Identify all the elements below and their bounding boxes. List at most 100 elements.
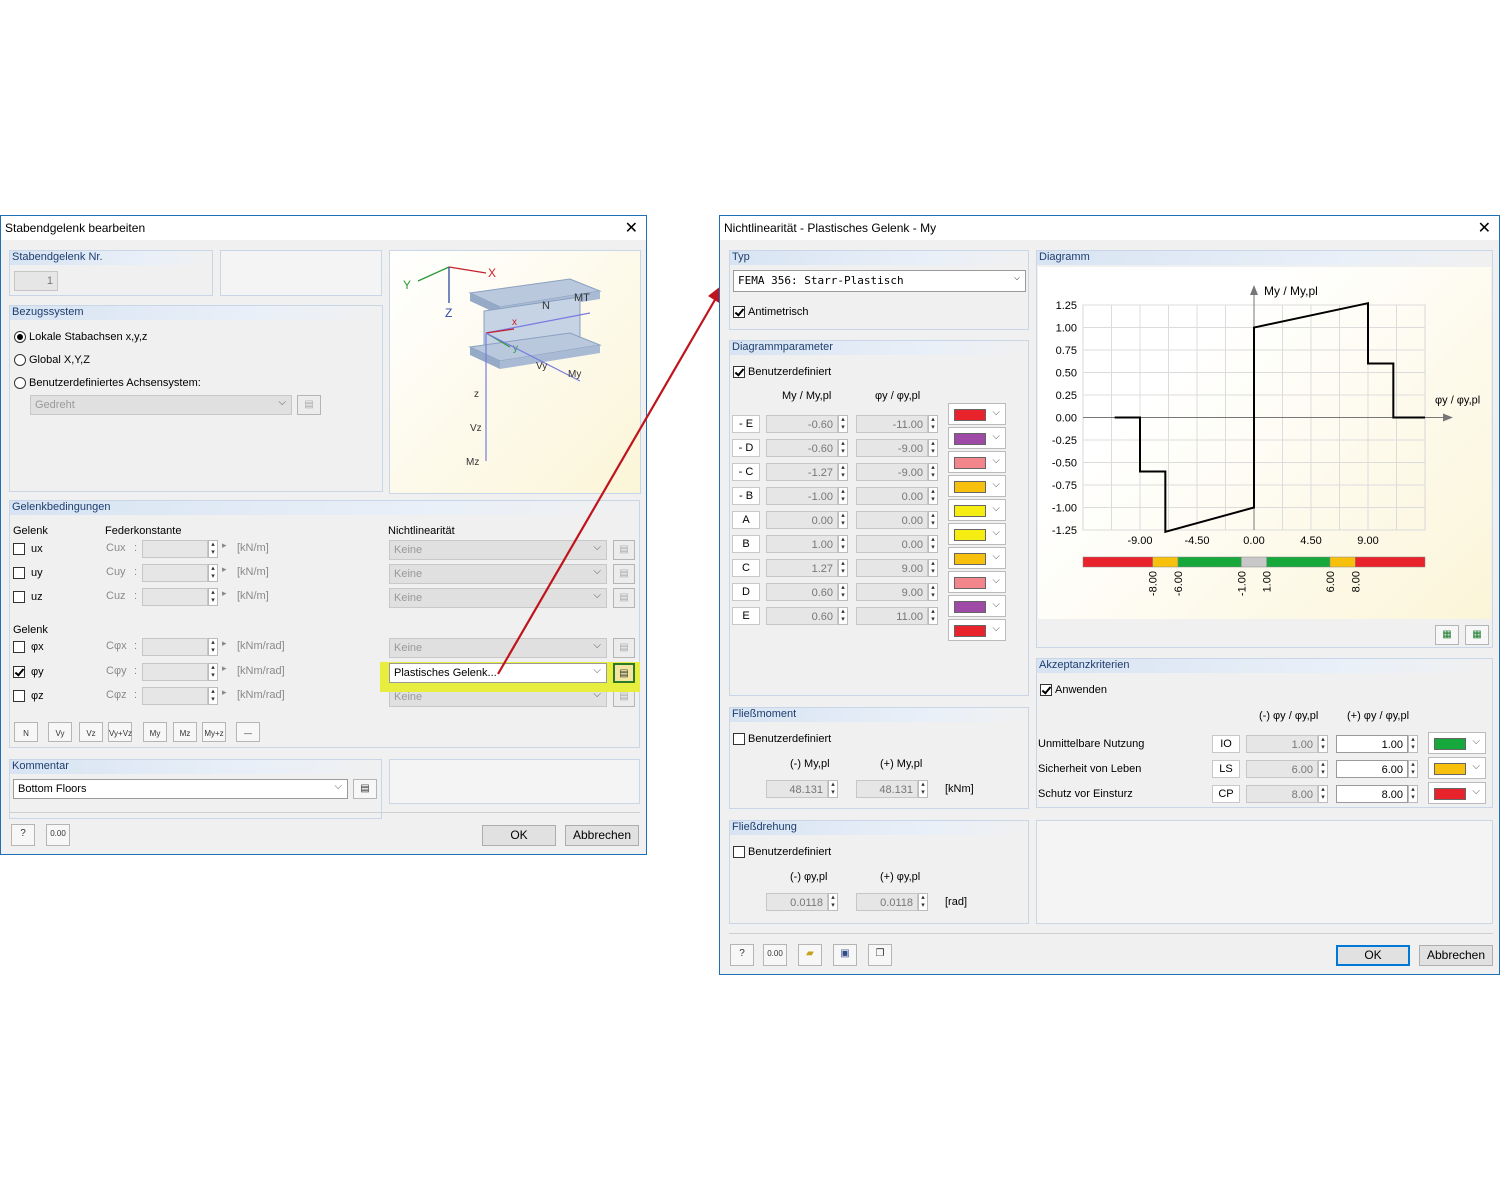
param-m-field[interactable]: 1.00: [766, 535, 838, 553]
spring-constant-field[interactable]: [142, 638, 208, 656]
param-m-field[interactable]: -0.60: [766, 415, 838, 433]
copy-button[interactable]: ❐: [868, 944, 892, 966]
export-excel-button[interactable]: ▦: [1435, 625, 1459, 645]
param-phi-spinner[interactable]: ▴ ▾: [928, 583, 938, 601]
param-phi-spinner[interactable]: ▴ ▾: [928, 463, 938, 481]
right-cancel-button[interactable]: Abbrechen: [1419, 945, 1493, 966]
yield-rotation-pos-field[interactable]: 0.0118: [856, 893, 918, 911]
close-icon[interactable]: ✕: [625, 218, 638, 238]
param-m-spinner[interactable]: ▴ ▾: [838, 535, 848, 553]
acceptance-neg-field[interactable]: 8.00: [1246, 785, 1318, 803]
spring-constant-spinner[interactable]: ▴ ▾: [208, 687, 218, 705]
hinge-checkbox[interactable]: [13, 567, 25, 579]
param-color-dropdown[interactable]: ⌵: [948, 595, 1006, 617]
param-m-spinner[interactable]: ▴ ▾: [838, 511, 848, 529]
param-m-field[interactable]: -1.00: [766, 487, 838, 505]
param-m-spinner[interactable]: ▴ ▾: [838, 439, 848, 457]
param-phi-spinner[interactable]: ▴ ▾: [928, 559, 938, 577]
param-phi-field[interactable]: 0.00: [856, 487, 928, 505]
hinge-checkbox[interactable]: [13, 543, 25, 555]
edit-axis-system-button[interactable]: ▤: [297, 395, 321, 415]
param-color-dropdown[interactable]: ⌵: [948, 427, 1006, 449]
param-phi-spinner[interactable]: ▴ ▾: [928, 415, 938, 433]
param-color-dropdown[interactable]: ⌵: [948, 571, 1006, 593]
yield-rotation-neg-spinner[interactable]: ▴ ▾: [828, 893, 838, 911]
spring-constant-spinner[interactable]: ▴ ▾: [208, 588, 218, 606]
param-phi-field[interactable]: -9.00: [856, 463, 928, 481]
save-button[interactable]: ▣: [833, 944, 857, 966]
param-phi-spinner[interactable]: ▴ ▾: [928, 439, 938, 457]
close-icon[interactable]: ✕: [1478, 218, 1491, 238]
spring-constant-field[interactable]: [142, 540, 208, 558]
release-preset-button[interactable]: My: [143, 722, 167, 742]
acceptance-pos-spinner[interactable]: ▴ ▾: [1408, 760, 1418, 778]
spring-constant-field[interactable]: [142, 687, 208, 705]
acceptance-pos-field[interactable]: 6.00: [1336, 760, 1408, 778]
hinge-checkbox[interactable]: [13, 690, 25, 702]
param-phi-field[interactable]: 0.00: [856, 511, 928, 529]
comment-edit-button[interactable]: ▤: [353, 779, 377, 799]
acceptance-pos-field[interactable]: 8.00: [1336, 785, 1408, 803]
radio-local-axes[interactable]: [14, 331, 26, 343]
release-preset-button[interactable]: N: [14, 722, 38, 742]
param-color-dropdown[interactable]: ⌵: [948, 499, 1006, 521]
yield-moment-pos-spinner[interactable]: ▴ ▾: [918, 780, 928, 798]
param-phi-spinner[interactable]: ▴ ▾: [928, 607, 938, 625]
release-preset-button[interactable]: —: [236, 722, 260, 742]
hinge-checkbox[interactable]: [13, 641, 25, 653]
calculator-button[interactable]: 0.00: [763, 944, 787, 966]
yield-moment-pos-field[interactable]: 48.131: [856, 780, 918, 798]
param-m-spinner[interactable]: ▴ ▾: [838, 463, 848, 481]
yield-moment-neg-spinner[interactable]: ▴ ▾: [828, 780, 838, 798]
param-m-field[interactable]: -0.60: [766, 439, 838, 457]
param-phi-field[interactable]: 11.00: [856, 607, 928, 625]
param-m-spinner[interactable]: ▴ ▾: [838, 583, 848, 601]
param-m-spinner[interactable]: ▴ ▾: [838, 607, 848, 625]
acceptance-color-dropdown[interactable]: ⌵: [1428, 782, 1486, 804]
acceptance-neg-spinner[interactable]: ▴ ▾: [1318, 760, 1328, 778]
acceptance-neg-field[interactable]: 1.00: [1246, 735, 1318, 753]
spring-constant-field[interactable]: [142, 663, 208, 681]
acceptance-pos-spinner[interactable]: ▴ ▾: [1408, 785, 1418, 803]
typ-dropdown[interactable]: FEMA 356: Starr-Plastisch ⌵: [733, 270, 1026, 292]
release-preset-button[interactable]: Vz: [79, 722, 103, 742]
param-color-dropdown[interactable]: ⌵: [948, 547, 1006, 569]
hinge-checkbox[interactable]: [13, 666, 25, 678]
comment-dropdown[interactable]: Bottom Floors ⌵: [13, 779, 348, 799]
axis-system-dropdown[interactable]: Gedreht ⌵: [30, 395, 292, 415]
left-ok-button[interactable]: OK: [482, 825, 556, 846]
spring-constant-spinner[interactable]: ▴ ▾: [208, 564, 218, 582]
param-color-dropdown[interactable]: ⌵: [948, 403, 1006, 425]
calculator-button[interactable]: 0.00: [46, 824, 70, 846]
acceptance-color-dropdown[interactable]: ⌵: [1428, 757, 1486, 779]
param-m-field[interactable]: 0.60: [766, 583, 838, 601]
param-m-field[interactable]: 0.00: [766, 511, 838, 529]
acceptance-apply-checkbox[interactable]: [1040, 684, 1052, 696]
yield-moment-custom-checkbox[interactable]: [733, 733, 745, 745]
spring-constant-spinner[interactable]: ▴ ▾: [208, 638, 218, 656]
param-color-dropdown[interactable]: ⌵: [948, 475, 1006, 497]
release-preset-button[interactable]: Vy+Vz: [108, 722, 132, 742]
param-phi-spinner[interactable]: ▴ ▾: [928, 511, 938, 529]
param-m-field[interactable]: 0.60: [766, 607, 838, 625]
param-phi-field[interactable]: -11.00: [856, 415, 928, 433]
param-m-spinner[interactable]: ▴ ▾: [838, 559, 848, 577]
spring-constant-spinner[interactable]: ▴ ▾: [208, 540, 218, 558]
param-m-spinner[interactable]: ▴ ▾: [838, 415, 848, 433]
acceptance-neg-spinner[interactable]: ▴ ▾: [1318, 735, 1328, 753]
param-color-dropdown[interactable]: ⌵: [948, 523, 1006, 545]
acceptance-neg-field[interactable]: 6.00: [1246, 760, 1318, 778]
acceptance-color-dropdown[interactable]: ⌵: [1428, 732, 1486, 754]
param-m-spinner[interactable]: ▴ ▾: [838, 487, 848, 505]
import-excel-button[interactable]: ▦: [1465, 625, 1489, 645]
yield-moment-neg-field[interactable]: 48.131: [766, 780, 828, 798]
spring-constant-field[interactable]: [142, 588, 208, 606]
param-phi-spinner[interactable]: ▴ ▾: [928, 535, 938, 553]
acceptance-pos-field[interactable]: 1.00: [1336, 735, 1408, 753]
spring-constant-field[interactable]: [142, 564, 208, 582]
param-phi-field[interactable]: -9.00: [856, 439, 928, 457]
release-preset-button[interactable]: My+z: [202, 722, 226, 742]
yield-rotation-neg-field[interactable]: 0.0118: [766, 893, 828, 911]
hinge-checkbox[interactable]: [13, 591, 25, 603]
param-phi-field[interactable]: 9.00: [856, 583, 928, 601]
